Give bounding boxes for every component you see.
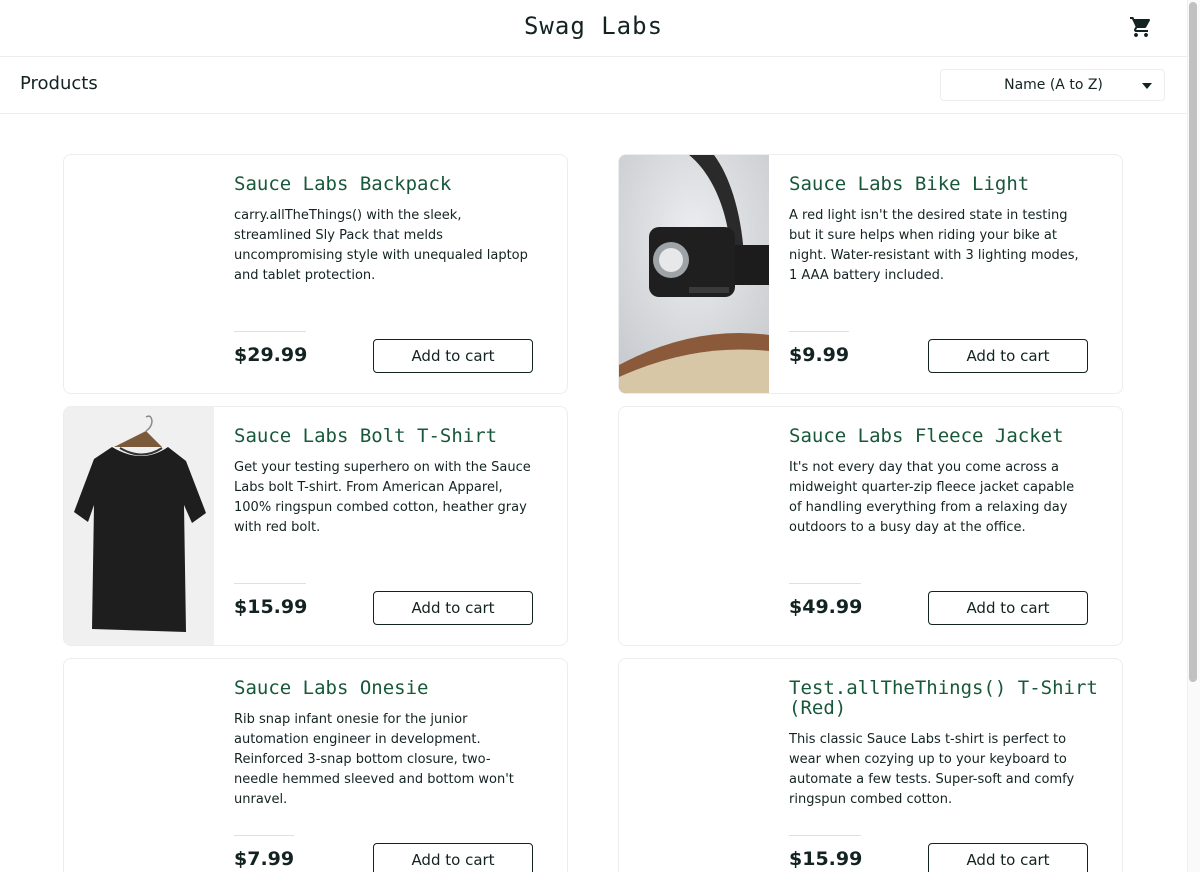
- product-description: This classic Sauce Labs t-shirt is perfe…: [789, 732, 1075, 807]
- add-to-cart-button[interactable]: Add to cart: [373, 339, 533, 373]
- product-price: $15.99: [234, 596, 308, 618]
- caret-down-icon: [1142, 83, 1152, 89]
- sort-selected-value: Name (A to Z): [1004, 77, 1103, 93]
- header: Swag Labs: [0, 0, 1187, 57]
- product-card: Sauce Labs Bike Light A red light isn't …: [618, 154, 1123, 394]
- page-title: Products: [20, 73, 98, 94]
- scrollbar-thumb[interactable]: [1189, 2, 1197, 682]
- bike-light-photo: [619, 155, 769, 393]
- product-name[interactable]: Sauce Labs Fleece Jacket: [789, 426, 1099, 446]
- price-divider: [789, 835, 861, 836]
- product-description: Rib snap infant onesie for the junior au…: [234, 712, 514, 807]
- product-image[interactable]: [64, 407, 214, 645]
- product-price: $15.99: [789, 848, 863, 870]
- add-to-cart-button[interactable]: Add to cart: [928, 591, 1088, 625]
- product-description: Get your testing superhero on with the S…: [234, 460, 531, 535]
- product-description: carry.allTheThings() with the sleek, str…: [234, 208, 528, 283]
- product-name[interactable]: Sauce Labs Onesie: [234, 678, 544, 698]
- product-image[interactable]: [64, 155, 214, 393]
- product-price: $7.99: [234, 848, 295, 870]
- price-divider: [789, 331, 849, 332]
- product-card: Test.allTheThings() T-Shirt (Red) This c…: [618, 658, 1123, 872]
- product-description: It's not every day that you come across …: [789, 460, 1075, 535]
- price-divider: [789, 583, 861, 584]
- add-to-cart-button[interactable]: Add to cart: [928, 339, 1088, 373]
- product-name[interactable]: Sauce Labs Bike Light: [789, 174, 1099, 194]
- product-description: A red light isn't the desired state in t…: [789, 208, 1079, 283]
- product-card: Sauce Labs Fleece Jacket It's not every …: [618, 406, 1123, 646]
- add-to-cart-button[interactable]: Add to cart: [928, 843, 1088, 872]
- product-price: $29.99: [234, 344, 308, 366]
- add-to-cart-button[interactable]: Add to cart: [373, 591, 533, 625]
- price-divider: [234, 835, 294, 836]
- product-name[interactable]: Test.allTheThings() T-Shirt (Red): [789, 678, 1099, 718]
- app-logo: Swag Labs: [523, 12, 664, 40]
- product-card: Sauce Labs Backpack carry.allTheThings()…: [63, 154, 568, 394]
- add-to-cart-button[interactable]: Add to cart: [373, 843, 533, 872]
- product-card: Sauce Labs Onesie Rib snap infant onesie…: [63, 658, 568, 872]
- product-image[interactable]: [619, 155, 769, 393]
- product-image[interactable]: [64, 659, 214, 872]
- black-tshirt-photo: [64, 407, 214, 645]
- shopping-cart-icon: [1130, 17, 1151, 37]
- secondary-header: Products Name (A to Z): [0, 57, 1187, 114]
- product-price: $9.99: [789, 344, 850, 366]
- product-image[interactable]: [619, 407, 769, 645]
- price-divider: [234, 583, 306, 584]
- product-image[interactable]: [619, 659, 769, 872]
- product-name[interactable]: Sauce Labs Bolt T-Shirt: [234, 426, 544, 446]
- product-name[interactable]: Sauce Labs Backpack: [234, 174, 544, 194]
- sort-select[interactable]: Name (A to Z): [940, 69, 1165, 101]
- price-divider: [234, 331, 306, 332]
- shopping-cart-link[interactable]: [1127, 13, 1155, 41]
- product-card: Sauce Labs Bolt T-Shirt Get your testing…: [63, 406, 568, 646]
- product-price: $49.99: [789, 596, 863, 618]
